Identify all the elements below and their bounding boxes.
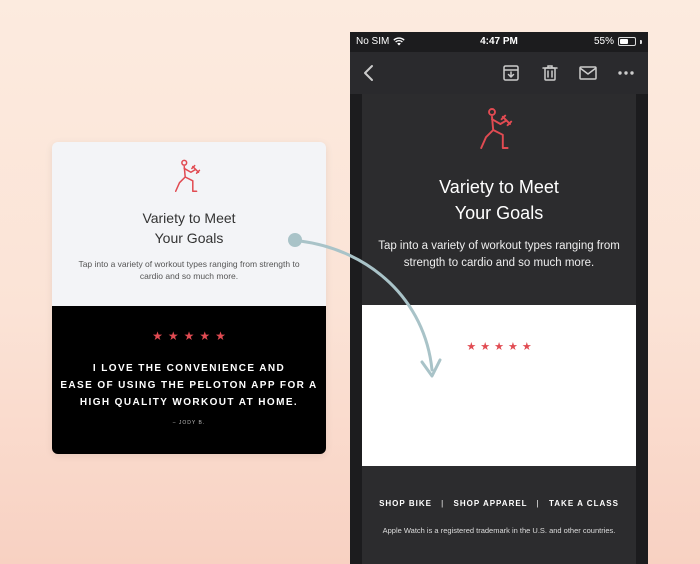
shop-bike-link[interactable]: SHOP BIKE xyxy=(379,499,432,508)
star-icon: ★ xyxy=(167,329,179,343)
testimonial-quote: I LOVE THE CONVENIENCE AND EASE OF USING… xyxy=(60,363,318,408)
workout-figure-icon xyxy=(174,159,201,193)
legal-text: Apple Watch is a registered trademark in… xyxy=(382,526,616,535)
star-icon: ★ xyxy=(494,341,504,353)
card-header-section: Variety to Meet Your Goals Tap into a va… xyxy=(52,142,326,306)
archive-icon[interactable] xyxy=(500,62,522,84)
testimonial-author: – JODY B. xyxy=(172,420,206,426)
status-bar: No SIM 4:47 PM 55% xyxy=(350,32,648,52)
star-icon: ★ xyxy=(480,341,491,353)
star-rating: ★ ★ ★ ★ ★ xyxy=(362,341,636,353)
star-icon: ★ xyxy=(183,329,195,343)
star-icon: ★ xyxy=(521,341,532,353)
email-title: Variety to Meet Your Goals xyxy=(439,177,559,223)
light-email-preview-card: Variety to Meet Your Goals Tap into a va… xyxy=(52,142,326,454)
star-icon: ★ xyxy=(466,341,477,353)
battery-percent: 55% xyxy=(593,36,614,47)
workout-figure-icon xyxy=(480,108,513,149)
footer-separator: | xyxy=(536,499,540,508)
back-icon[interactable] xyxy=(358,62,380,84)
testimonial-section: ★ ★ ★ ★ ★ I LOVE THE CONVENIENCE AND EASE OF… xyxy=(52,306,326,454)
mail-icon[interactable] xyxy=(577,62,599,84)
star-icon: ★ xyxy=(215,329,226,343)
star-icon: ★ xyxy=(507,341,518,353)
trash-icon[interactable] xyxy=(539,62,561,84)
shop-apparel-link[interactable]: SHOP APPAREL xyxy=(453,499,527,508)
take-a-class-link[interactable]: TAKE A CLASS xyxy=(549,499,619,508)
card-description: Tap into a variety of workout types rang… xyxy=(78,259,300,281)
footer-separator: | xyxy=(441,499,445,508)
phone-screen: No SIM 4:47 PM 55% Variety to Meet Your … xyxy=(350,32,648,564)
battery-indicator: 55% xyxy=(594,36,642,47)
battery-icon xyxy=(618,37,636,46)
email-description: Tap into a variety of workout types rang… xyxy=(378,240,620,269)
more-icon[interactable] xyxy=(615,62,637,84)
email-body: Variety to Meet Your Goals Tap into a va… xyxy=(362,94,636,564)
star-icon: ★ xyxy=(152,329,163,343)
star-icon: ★ xyxy=(199,329,211,343)
testimonial-section-blank: ★ ★ ★ ★ ★ xyxy=(362,305,636,466)
card-title: Variety to Meet Your Goals xyxy=(142,210,236,246)
star-rating: ★ ★ ★ ★ ★ xyxy=(52,330,326,342)
mail-toolbar xyxy=(350,52,648,94)
footer-links: SHOP BIKE | SHOP APPAREL | TAKE A CLASS xyxy=(362,499,636,508)
